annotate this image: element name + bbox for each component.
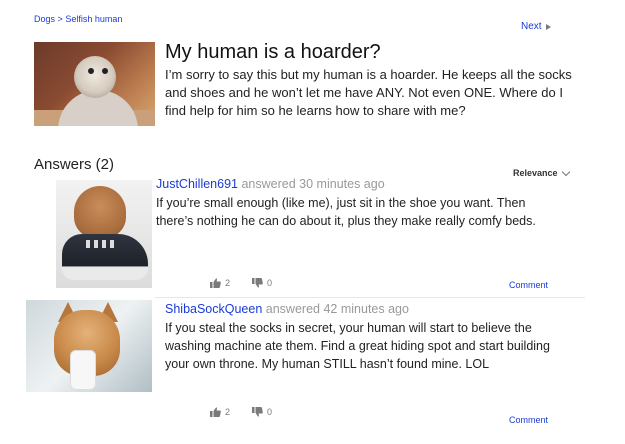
- question-photo: [34, 42, 155, 126]
- downvote-button[interactable]: 0: [252, 278, 272, 288]
- breadcrumb-current-link[interactable]: Selfish human: [65, 14, 122, 24]
- answer-divider: [155, 297, 585, 298]
- question-body: I’m sorry to say this but my human is a …: [165, 67, 572, 118]
- upvote-count: 2: [225, 278, 231, 288]
- answer-body: If you steal the socks in secret, your h…: [165, 321, 550, 371]
- answer-body: If you’re small enough (like me), just s…: [156, 196, 536, 228]
- thumbs-down-icon: [252, 278, 263, 288]
- sort-label: Relevance: [513, 168, 558, 178]
- triangle-right-icon: [545, 23, 551, 30]
- downvote-count: 0: [267, 407, 273, 417]
- chevron-down-icon: [561, 167, 570, 176]
- question-title: My human is a hoarder?: [165, 41, 381, 63]
- breadcrumb-separator: >: [57, 14, 63, 24]
- downvote-button[interactable]: 0: [252, 407, 272, 417]
- next-button[interactable]: Next: [521, 21, 551, 32]
- downvote-count: 0: [267, 278, 273, 288]
- upvote-button[interactable]: 2: [210, 278, 230, 288]
- answered-word: answered: [265, 302, 320, 316]
- comment-button[interactable]: Comment: [509, 415, 548, 425]
- sort-dropdown[interactable]: Relevance: [513, 167, 570, 178]
- thumbs-up-icon: [210, 278, 221, 288]
- answer-time: 42 minutes ago: [323, 302, 409, 316]
- breadcrumb: Dogs > Selfish human: [34, 14, 122, 24]
- answers-header: Answers (2): [34, 156, 115, 173]
- thumbs-up-icon: [210, 407, 221, 417]
- answer-avatar-photo: [56, 180, 152, 288]
- answer-author-link[interactable]: ShibaSockQueen: [165, 302, 262, 316]
- answer-meta: JustChillen691 answered 30 minutes ago: [156, 177, 385, 191]
- answer-avatar-photo: [26, 300, 152, 392]
- answered-word: answered: [241, 177, 296, 191]
- comment-button[interactable]: Comment: [509, 280, 548, 290]
- thumbs-down-icon: [252, 407, 263, 417]
- answer-author-link[interactable]: JustChillen691: [156, 177, 238, 191]
- breadcrumb-parent-link[interactable]: Dogs: [34, 14, 55, 24]
- answer-meta: ShibaSockQueen answered 42 minutes ago: [165, 302, 409, 316]
- answer-time: 30 minutes ago: [299, 177, 385, 191]
- next-label: Next: [521, 21, 542, 32]
- upvote-count: 2: [225, 407, 231, 417]
- upvote-button[interactable]: 2: [210, 407, 230, 417]
